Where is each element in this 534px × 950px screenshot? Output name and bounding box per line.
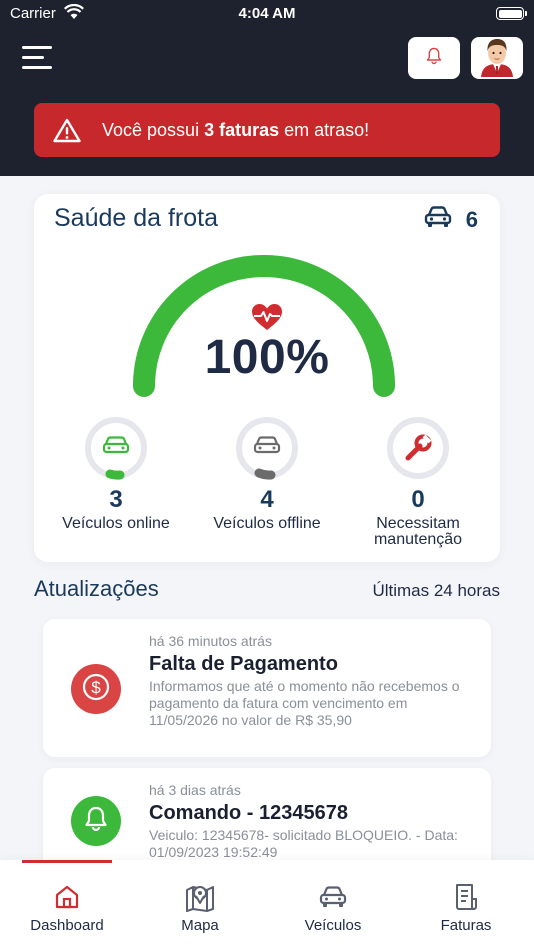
fleet-health-title: Saúde da frota <box>54 204 219 232</box>
tab-vehicles[interactable]: Veículos <box>273 882 393 934</box>
bottom-tab-bar: Dashboard Mapa Veículos Faturas <box>0 860 534 950</box>
update-title: Comando - 12345678 <box>149 802 348 824</box>
dollar-icon: $ <box>81 672 111 707</box>
offline-label: Veículos offline <box>213 515 321 532</box>
update-icon-circle: $ <box>71 664 121 714</box>
clock: 4:04 AM <box>238 5 296 22</box>
car-icon <box>424 206 452 234</box>
fleet-health-card: Saúde da frota 6 100% 3 Veículos online <box>34 194 500 562</box>
tab-label: Faturas <box>440 917 492 934</box>
update-title: Falta de Pagamento <box>149 653 338 675</box>
offline-ring <box>235 416 299 480</box>
alert-suffix: em atraso! <box>279 119 370 140</box>
online-count: 3 <box>109 486 123 513</box>
alert-prefix: Você possui <box>102 119 205 140</box>
menu-icon-line <box>22 56 44 59</box>
update-description: Veiculo: 12345678- solicitado BLOQUEIO. … <box>149 827 458 860</box>
update-time: há 36 minutos atrás <box>149 633 272 649</box>
warning-icon <box>53 118 83 143</box>
tab-dashboard[interactable]: Dashboard <box>7 882 127 934</box>
update-description: Informamos que até o momento não recebem… <box>149 678 460 728</box>
avatar <box>475 37 519 79</box>
app-header: Carrier 4:04 AM Você possui 3 faturas em… <box>0 0 534 176</box>
update-icon-circle <box>71 796 121 846</box>
online-ring <box>84 416 148 480</box>
alert-highlight: 3 faturas <box>204 119 280 140</box>
home-icon <box>7 882 127 912</box>
stat-online[interactable]: 3 Veículos online <box>41 416 191 532</box>
tab-map[interactable]: Mapa <box>140 882 260 934</box>
maintenance-count: 0 <box>411 486 425 513</box>
svg-text:$: $ <box>91 678 101 697</box>
update-card-payment[interactable]: $ há 36 minutos atrás Falta de Pagamento… <box>43 619 491 757</box>
bell-icon <box>84 806 108 837</box>
active-tab-indicator <box>22 860 112 863</box>
update-time: há 3 dias atrás <box>149 782 241 798</box>
battery-icon <box>496 7 527 20</box>
tab-label: Mapa <box>181 917 219 934</box>
updates-range-filter[interactable]: Últimas 24 horas <box>372 581 500 601</box>
invoice-icon <box>406 882 526 912</box>
tab-label: Veículos <box>304 917 362 934</box>
menu-button[interactable] <box>22 46 54 72</box>
health-percentage: 100% <box>204 331 330 384</box>
vehicle-count[interactable]: 6 <box>424 206 478 234</box>
bell-icon <box>426 47 442 70</box>
profile-avatar-button[interactable] <box>471 37 523 79</box>
vehicle-count-value: 6 <box>465 207 478 232</box>
overdue-invoices-alert[interactable]: Você possui 3 faturas em atraso! <box>34 103 500 157</box>
status-bar: Carrier 4:04 AM <box>0 0 534 28</box>
maintenance-ring <box>386 416 450 480</box>
map-icon <box>140 882 260 912</box>
maintenance-label: Necessitam manutenção <box>373 515 463 548</box>
alert-message: Você possui 3 faturas em atraso! <box>102 120 369 141</box>
stat-maintenance[interactable]: 0 Necessitam manutenção <box>343 416 493 548</box>
stat-offline[interactable]: 4 Veículos offline <box>192 416 342 532</box>
tab-invoices[interactable]: Faturas <box>406 882 526 934</box>
online-label: Veículos online <box>62 515 170 532</box>
menu-icon-line <box>22 46 52 49</box>
car-icon <box>273 882 393 912</box>
updates-title: Atualizações <box>34 576 159 601</box>
notifications-button[interactable] <box>408 37 460 79</box>
menu-icon-line <box>22 66 52 69</box>
tab-label: Dashboard <box>30 917 104 934</box>
offline-count: 4 <box>260 486 274 513</box>
